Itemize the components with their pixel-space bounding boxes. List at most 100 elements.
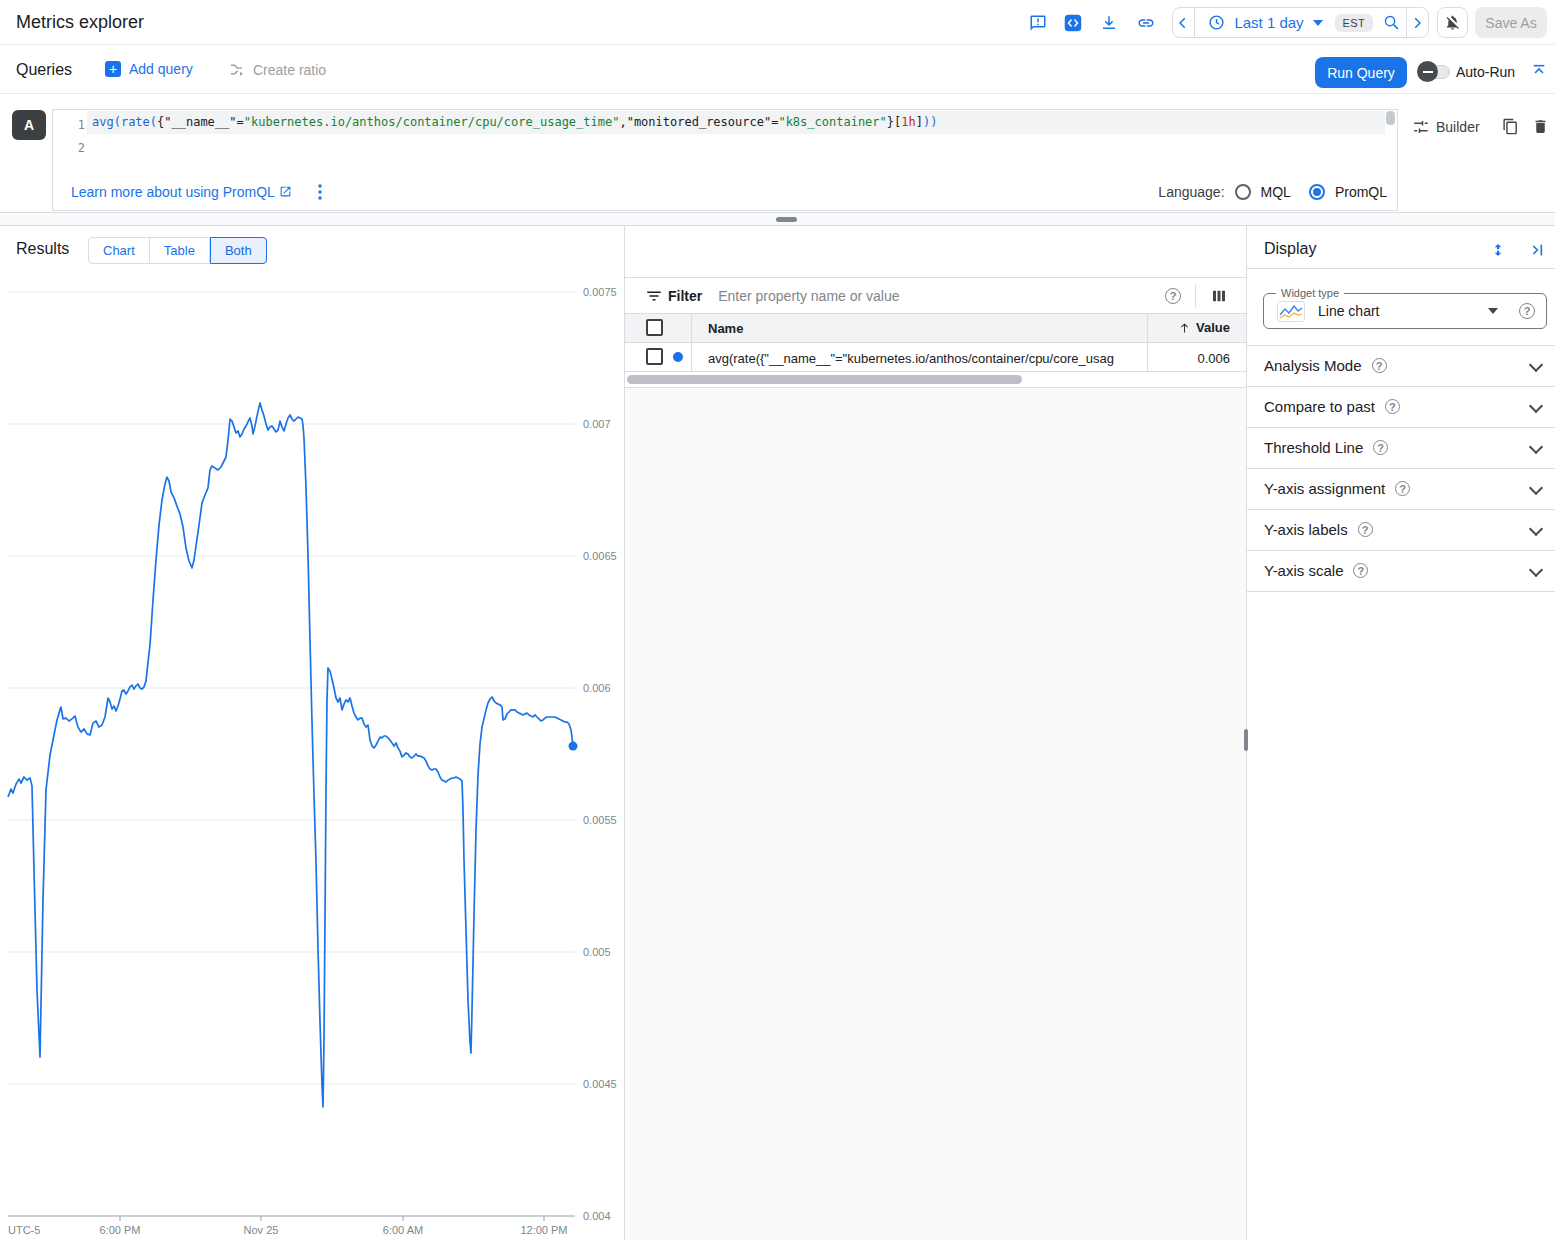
display-section-threshold-line[interactable]: Threshold Line? [1247,428,1555,469]
download-icon[interactable] [1100,14,1118,32]
reorder-panel-icon[interactable] [1490,242,1506,258]
section-help-icon[interactable]: ? [1372,358,1387,373]
page-title: Metrics explorer [16,12,144,33]
language-mql-label: MQL [1261,184,1291,200]
save-as-button[interactable]: Save As [1475,7,1547,38]
time-range-label: Last 1 day [1234,14,1303,31]
svg-text:0.0055: 0.0055 [583,814,617,826]
query-letter-badge: A [12,110,46,140]
feedback-icon[interactable] [1029,14,1047,32]
builder-button[interactable]: Builder [1412,118,1480,136]
language-radio-mql[interactable] [1235,184,1251,200]
svg-text:6:00 AM: 6:00 AM [383,1224,423,1236]
divider [1147,343,1148,372]
caret-down-icon [1488,308,1498,314]
section-help-icon[interactable]: ? [1385,399,1400,414]
divider [691,343,692,372]
queries-section-title: Queries [16,61,72,79]
display-section-compare-to-past[interactable]: Compare to past? [1247,387,1555,428]
time-back-button[interactable] [1173,8,1194,37]
section-label: Y-axis labels [1264,521,1348,538]
chevron-down-icon [1529,399,1543,413]
chevron-down-icon [1529,522,1543,536]
row-value: 0.006 [1197,351,1230,366]
promql-code-line[interactable]: avg(rate({"__name__"="kubernetes.io/anth… [92,115,937,129]
time-range-control: Last 1 day EST [1172,7,1429,38]
display-section-y-axis-assignment[interactable]: Y-axis assignment? [1247,469,1555,510]
svg-text:UTC-5: UTC-5 [8,1224,40,1236]
add-query-button[interactable]: + Add query [105,61,193,77]
caret-down-icon [1313,20,1323,26]
auto-run-label: Auto-Run [1456,64,1515,80]
duplicate-query-icon[interactable] [1502,118,1519,135]
bell-off-icon [1444,14,1461,31]
section-label: Threshold Line [1264,439,1363,456]
chevron-down-icon [1529,481,1543,495]
section-label: Analysis Mode [1264,357,1362,374]
widget-type-help-icon[interactable]: ? [1519,303,1535,319]
svg-text:Nov 25: Nov 25 [244,1224,279,1236]
query-options-kebab-icon[interactable] [318,184,322,200]
divider [691,314,692,343]
collapse-panel-icon[interactable] [1530,242,1546,258]
widget-type-legend: Widget type [1276,287,1344,299]
column-header-value[interactable]: Value [1179,320,1230,335]
row-checkbox[interactable] [646,348,663,365]
svg-text:6:00 PM: 6:00 PM [100,1224,141,1236]
table-empty-area [625,388,1246,1240]
time-zoom-button[interactable] [1377,8,1406,37]
delete-query-icon[interactable] [1532,118,1549,135]
learn-more-link[interactable]: Learn more about using PromQL [71,184,292,200]
divider [1147,314,1148,343]
section-help-icon[interactable]: ? [1395,481,1410,496]
share-link-icon[interactable] [1137,14,1155,32]
auto-run-toggle-knob[interactable] [1417,61,1438,82]
create-ratio-button[interactable]: Create ratio [228,61,326,78]
code-editor-icon[interactable] [1064,14,1082,32]
collapse-all-icon[interactable] [1531,63,1547,79]
line-number: 1 [61,118,85,132]
chevron-down-icon [1529,563,1543,577]
plus-icon: + [105,61,121,77]
column-header-name[interactable]: Name [708,321,743,336]
run-query-button[interactable]: Run Query [1315,57,1407,88]
svg-text:0.006: 0.006 [583,682,611,694]
table-filter-bar[interactable]: Filter Enter property name or value ? [625,277,1246,314]
alerting-off-button[interactable] [1437,7,1468,38]
display-section-y-axis-scale[interactable]: Y-axis scale? [1247,551,1555,592]
chevron-down-icon [1529,440,1543,454]
timezone-badge[interactable]: EST [1335,14,1373,32]
time-range-selector[interactable]: Last 1 day [1194,8,1334,37]
splitter-drag-handle[interactable] [776,217,797,222]
section-help-icon[interactable]: ? [1373,440,1388,455]
clock-icon [1208,14,1225,31]
table-row[interactable]: avg(rate({"__name__"="kubernetes.io/anth… [625,343,1246,372]
editor-scrollbar-thumb[interactable] [1386,111,1395,125]
language-radio-promql[interactable] [1309,184,1325,200]
section-help-icon[interactable]: ? [1358,522,1373,537]
chevron-down-icon [1529,358,1543,372]
section-label: Compare to past [1264,398,1375,415]
filter-help-icon[interactable]: ? [1165,288,1181,304]
builder-label: Builder [1436,119,1480,135]
display-section-y-axis-labels[interactable]: Y-axis labels? [1247,510,1555,551]
widget-type-select[interactable]: Widget type Line chart ? [1263,293,1547,329]
language-promql-label: PromQL [1335,184,1387,200]
divider [1247,268,1555,269]
line-chart-icon [1277,301,1305,322]
svg-text:0.0045: 0.0045 [583,1078,617,1090]
svg-text:0.004: 0.004 [583,1210,611,1222]
merge-icon [228,61,245,78]
line-chart[interactable]: 0.00750.0070.00650.0060.00550.0050.00450… [0,226,623,1240]
filter-input-placeholder[interactable]: Enter property name or value [718,288,899,304]
svg-text:0.0065: 0.0065 [583,550,617,562]
panel-resize-handle[interactable] [1244,729,1248,751]
language-label: Language: [1158,184,1224,200]
select-all-checkbox[interactable] [646,319,663,336]
editor-footer: Learn more about using PromQL Language: … [52,173,1398,211]
time-forward-button[interactable] [1407,8,1428,37]
section-help-icon[interactable]: ? [1353,563,1368,578]
column-settings-icon[interactable] [1210,287,1228,305]
display-section-analysis-mode[interactable]: Analysis Mode? [1247,346,1555,387]
table-horizontal-scrollbar[interactable] [627,375,1022,384]
